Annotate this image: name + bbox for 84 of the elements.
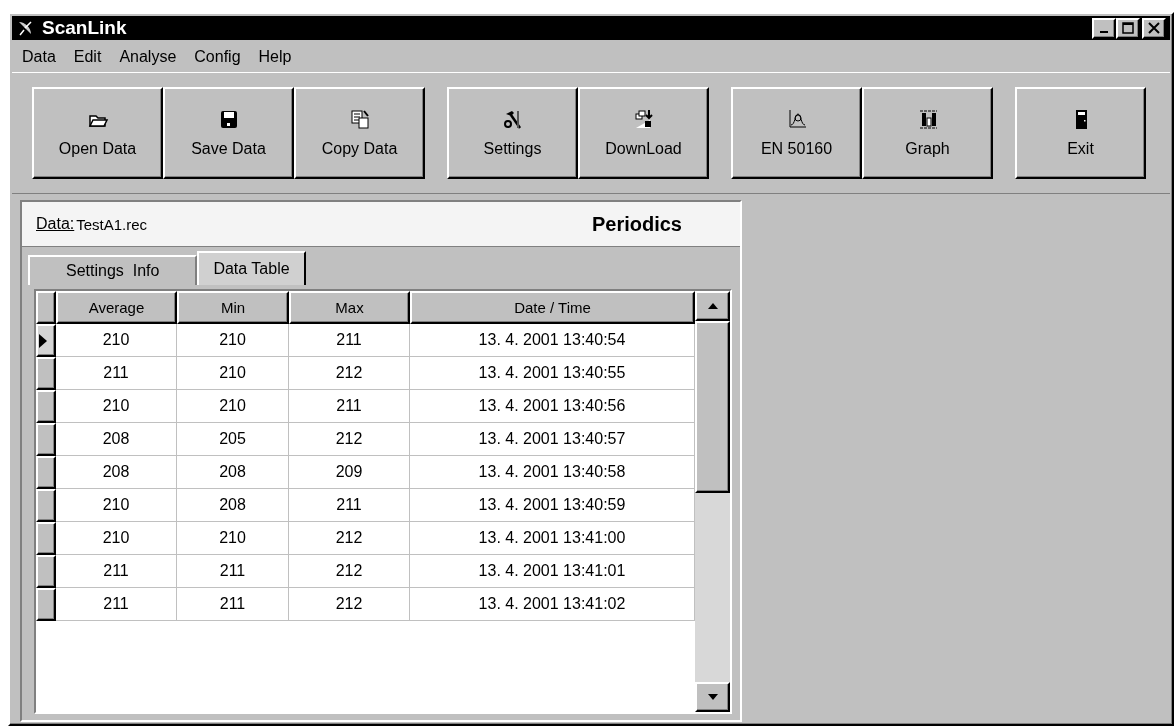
row-indicator[interactable] (36, 522, 56, 555)
table-cell: 210 (177, 357, 289, 390)
minimize-button[interactable] (1092, 17, 1116, 39)
table-cell: 13. 4. 2001 13:40:56 (410, 390, 695, 423)
down-arrow-icon (706, 693, 719, 701)
table-cell: 212 (289, 555, 410, 588)
table-cell: 208 (177, 456, 289, 489)
table-cell: 211 (56, 357, 177, 390)
toolbar-button[interactable]: Save Data (163, 87, 294, 179)
table-cell: 210 (177, 390, 289, 423)
scroll-thumb[interactable] (695, 321, 730, 493)
table-cell: 210 (56, 522, 177, 555)
tab[interactable]: Data Table (197, 251, 306, 285)
toolbar-button[interactable]: DownLoad (578, 87, 709, 179)
table-cell: 211 (289, 390, 410, 423)
window-title: ScanLink (42, 17, 128, 39)
column-header[interactable]: Max (289, 291, 410, 324)
table-cell: 211 (56, 555, 177, 588)
table-cell: 211 (289, 489, 410, 522)
current-row-icon (38, 332, 48, 349)
table-cell: 210 (177, 522, 289, 555)
table-cell: 212 (289, 357, 410, 390)
row-indicator[interactable] (36, 357, 56, 390)
table-cell: 210 (56, 390, 177, 423)
table-cell: 208 (56, 456, 177, 489)
table-cell: 211 (289, 324, 410, 357)
table-cell: 13. 4. 2001 13:40:57 (410, 423, 695, 456)
table-cell: 13. 4. 2001 13:40:58 (410, 456, 695, 489)
column-header[interactable]: Date / Time (410, 291, 695, 324)
row-indicator[interactable] (36, 588, 56, 621)
table-cell: 211 (177, 555, 289, 588)
column-header[interactable]: Min (177, 291, 289, 324)
toolbar-button[interactable]: EN 50160 (731, 87, 862, 179)
row-indicator[interactable] (36, 324, 56, 357)
menu-item[interactable]: Data (22, 48, 56, 66)
table-cell: 205 (177, 423, 289, 456)
row-indicator[interactable] (36, 423, 56, 456)
toolbar-button[interactable]: Graph (862, 87, 993, 179)
table-cell: 13. 4. 2001 13:40:54 (410, 324, 695, 357)
table-cell: 208 (177, 489, 289, 522)
toolbar-button[interactable]: Open Data (32, 87, 163, 179)
tab[interactable]: Settings Info (28, 255, 198, 285)
table-cell: 13. 4. 2001 13:40:55 (410, 357, 695, 390)
row-indicator[interactable] (36, 456, 56, 489)
table-cell: 13. 4. 2001 13:41:00 (410, 522, 695, 555)
table-cell: 211 (177, 588, 289, 621)
table-cell: 212 (289, 522, 410, 555)
mode-title: Periodics (591, 212, 682, 236)
table-cell: 210 (56, 489, 177, 522)
scroll-up-button[interactable] (695, 291, 730, 321)
table-cell: 212 (289, 588, 410, 621)
scrollbar[interactable] (695, 291, 730, 712)
maximize-icon (1122, 22, 1134, 34)
table-cell: 211 (56, 588, 177, 621)
tools-icon (501, 108, 524, 130)
file-name: TestA1.rec (76, 215, 149, 233)
toolbar-button[interactable]: Settings (447, 87, 578, 179)
table-cell: 13. 4. 2001 13:41:02 (410, 588, 695, 621)
row-indicator[interactable] (36, 555, 56, 588)
close-button[interactable] (1142, 17, 1166, 39)
column-header[interactable]: Average (56, 291, 177, 324)
table-cell: 13. 4. 2001 13:40:59 (410, 489, 695, 522)
close-icon (1148, 22, 1160, 34)
table-cell: 210 (177, 324, 289, 357)
menu-item[interactable]: Help (258, 48, 292, 66)
download-icon (632, 108, 655, 130)
table-cell: 210 (56, 324, 177, 357)
menu-item[interactable]: Edit (73, 48, 102, 66)
maximize-button[interactable] (1116, 17, 1140, 39)
menu-item[interactable]: Config (194, 48, 241, 66)
table-cell: 212 (289, 423, 410, 456)
menu-item[interactable]: Analyse (119, 48, 177, 66)
row-indicator[interactable] (36, 390, 56, 423)
toolbar-button[interactable]: Copy Data (294, 87, 425, 179)
up-arrow-icon (706, 302, 719, 310)
table-cell: 13. 4. 2001 13:41:01 (410, 555, 695, 588)
table-cell: 209 (289, 456, 410, 489)
toolbar-button[interactable]: Exit (1015, 87, 1146, 179)
table-cell: 208 (56, 423, 177, 456)
minimize-icon (1100, 31, 1108, 33)
copy-icon (348, 108, 371, 130)
data-label: Data: (36, 215, 75, 233)
scroll-down-button[interactable] (695, 682, 730, 712)
row-indicator[interactable] (36, 489, 56, 522)
